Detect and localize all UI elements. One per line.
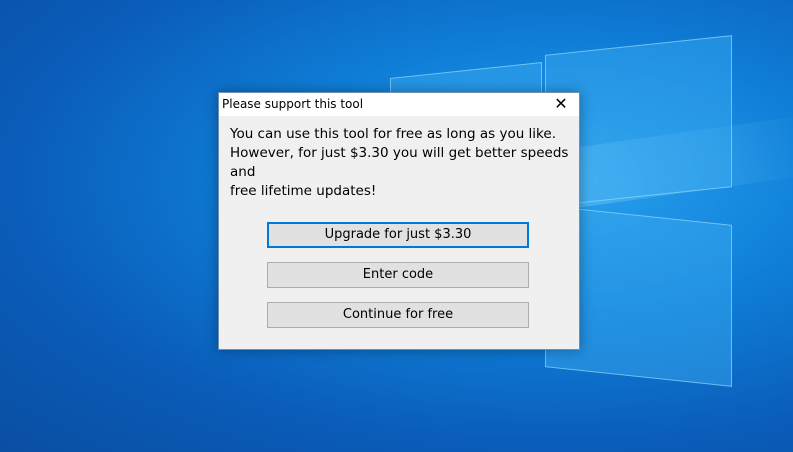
dialog-message: You can use this tool for free as long a… bbox=[230, 125, 575, 201]
message-line: You can use this tool for free as long a… bbox=[230, 126, 556, 142]
close-icon[interactable]: ✕ bbox=[547, 94, 575, 115]
support-dialog: Please support this tool ✕ You can use t… bbox=[218, 92, 580, 350]
upgrade-button[interactable]: Upgrade for just $3.30 bbox=[267, 222, 529, 248]
dialog-title: Please support this tool bbox=[222, 97, 364, 111]
enter-code-button[interactable]: Enter code bbox=[267, 262, 529, 288]
message-line: free lifetime updates! bbox=[230, 183, 377, 199]
message-line: However, for just $3.30 you will get bet… bbox=[230, 145, 569, 180]
dialog-titlebar[interactable]: Please support this tool ✕ bbox=[219, 93, 579, 116]
continue-free-button[interactable]: Continue for free bbox=[267, 302, 529, 328]
